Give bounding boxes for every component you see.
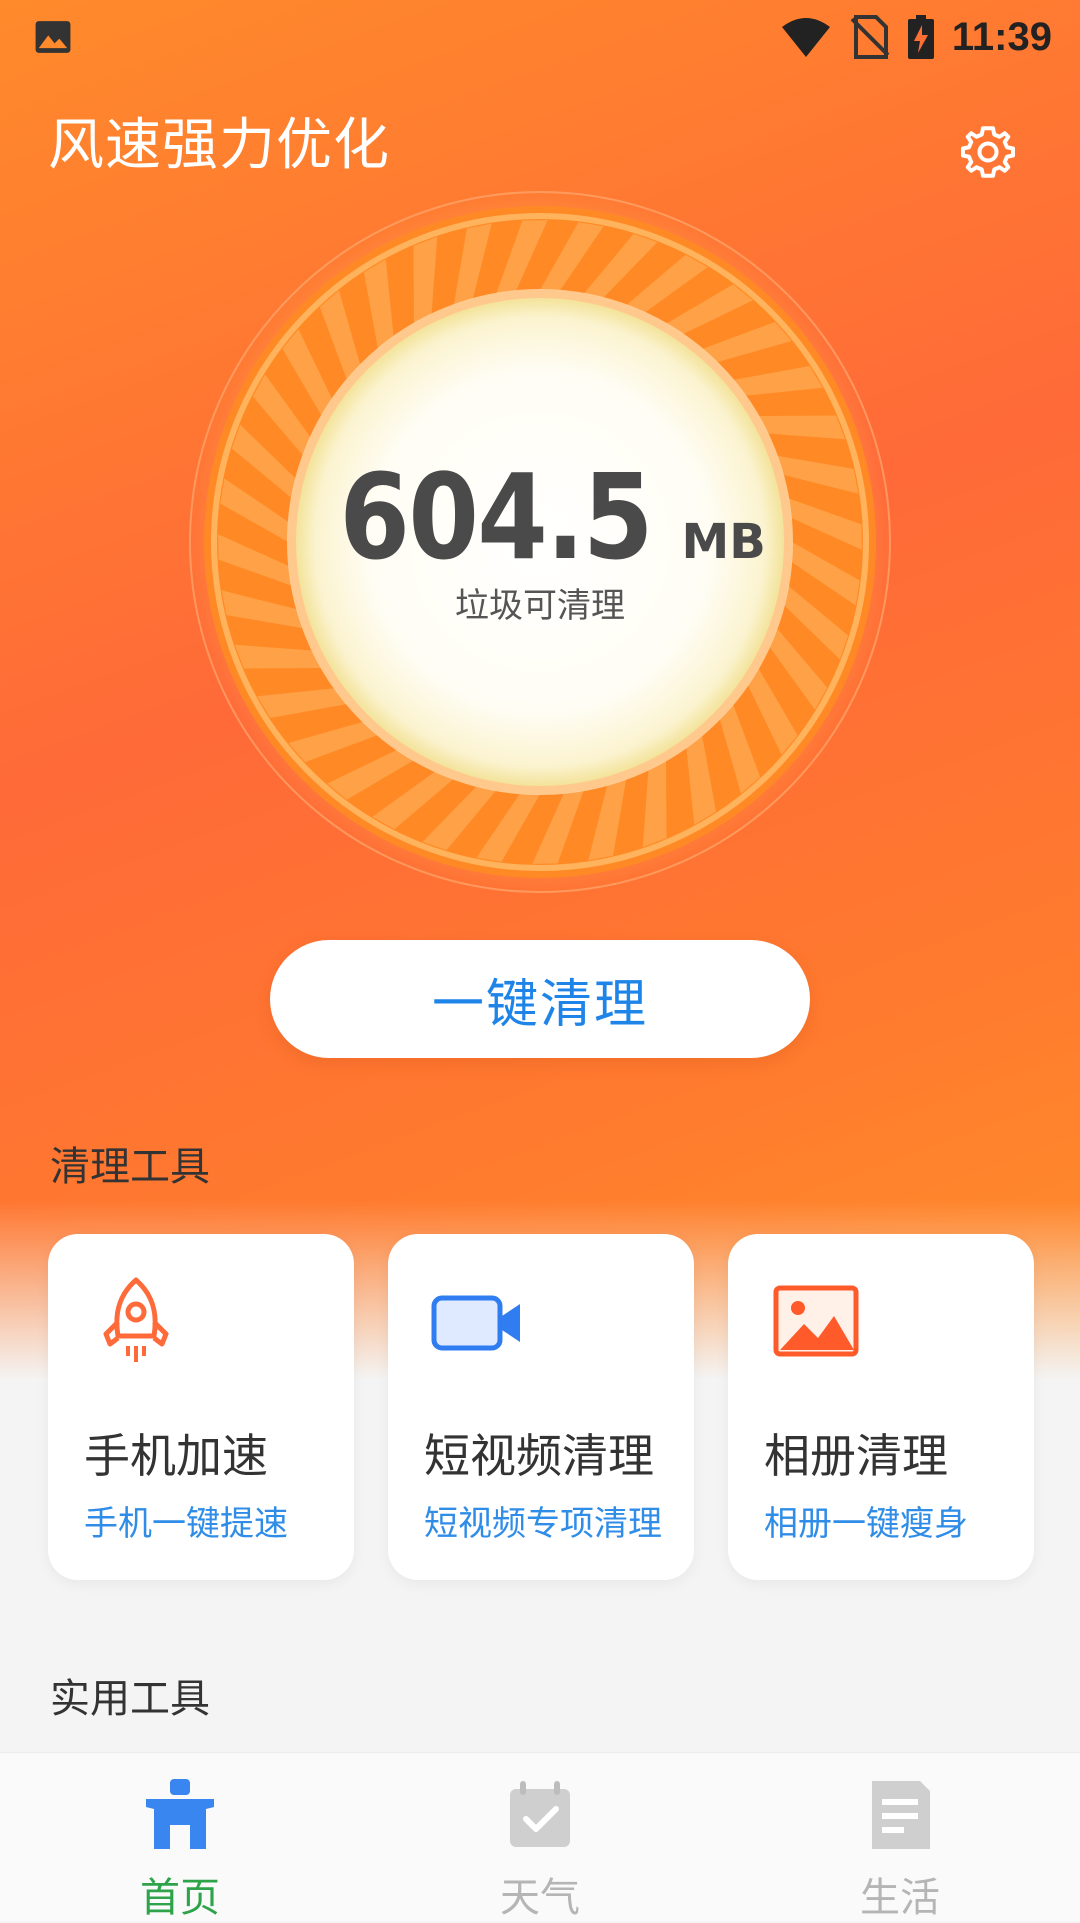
tool-desc: 相册一键瘦身 [764, 1504, 968, 1544]
document-icon [872, 1781, 930, 1849]
tool-card-short-video-clean[interactable]: 短视频清理 短视频专项清理 [388, 1234, 694, 1580]
rocket-icon [103, 1277, 169, 1362]
no-sim-icon [850, 15, 890, 59]
nav-item-home[interactable]: 首页 [0, 1753, 360, 1921]
nav-label: 生活 [860, 1875, 940, 1921]
clock: 11:39 [951, 14, 1052, 59]
calendar-check-icon [510, 1781, 570, 1847]
bottom-navigation: 首页 天气 生活 [0, 1752, 1080, 1921]
battery-charging-icon [907, 15, 934, 59]
gallery-notification-icon [35, 21, 71, 53]
nav-label: 天气 [500, 1875, 580, 1921]
status-bar: 11:39 [0, 0, 1080, 74]
utility-tools-title: 实用工具 [50, 1676, 210, 1722]
tool-card-phone-speedup[interactable]: 手机加速 手机一键提速 [48, 1234, 354, 1580]
wifi-icon [781, 18, 830, 57]
tool-name: 手机加速 [84, 1429, 268, 1483]
settings-gear-icon[interactable] [958, 122, 1018, 182]
tool-desc: 手机一键提速 [84, 1504, 288, 1544]
app-title: 风速强力优化 [48, 113, 390, 178]
home-icon [146, 1779, 214, 1849]
junk-size-value: 604.5 MB [0, 448, 1080, 586]
junk-size-unit: MB [681, 514, 766, 570]
nav-label: 首页 [140, 1875, 220, 1921]
clean-tools-title: 清理工具 [50, 1144, 210, 1190]
junk-caption: 垃圾可清理 [455, 586, 625, 626]
nav-item-weather[interactable]: 天气 [360, 1753, 720, 1921]
video-camera-icon [431, 1295, 520, 1351]
photo-album-icon [773, 1285, 859, 1357]
tool-name: 相册清理 [764, 1429, 948, 1483]
tool-name: 短视频清理 [424, 1429, 654, 1483]
nav-item-life[interactable]: 生活 [720, 1753, 1080, 1921]
one-click-clean-button[interactable]: 一键清理 [270, 940, 810, 1058]
junk-size-number: 604.5 [339, 448, 654, 586]
tool-card-photo-album-clean[interactable]: 相册清理 相册一键瘦身 [728, 1234, 1034, 1580]
tool-desc: 短视频专项清理 [424, 1504, 662, 1544]
